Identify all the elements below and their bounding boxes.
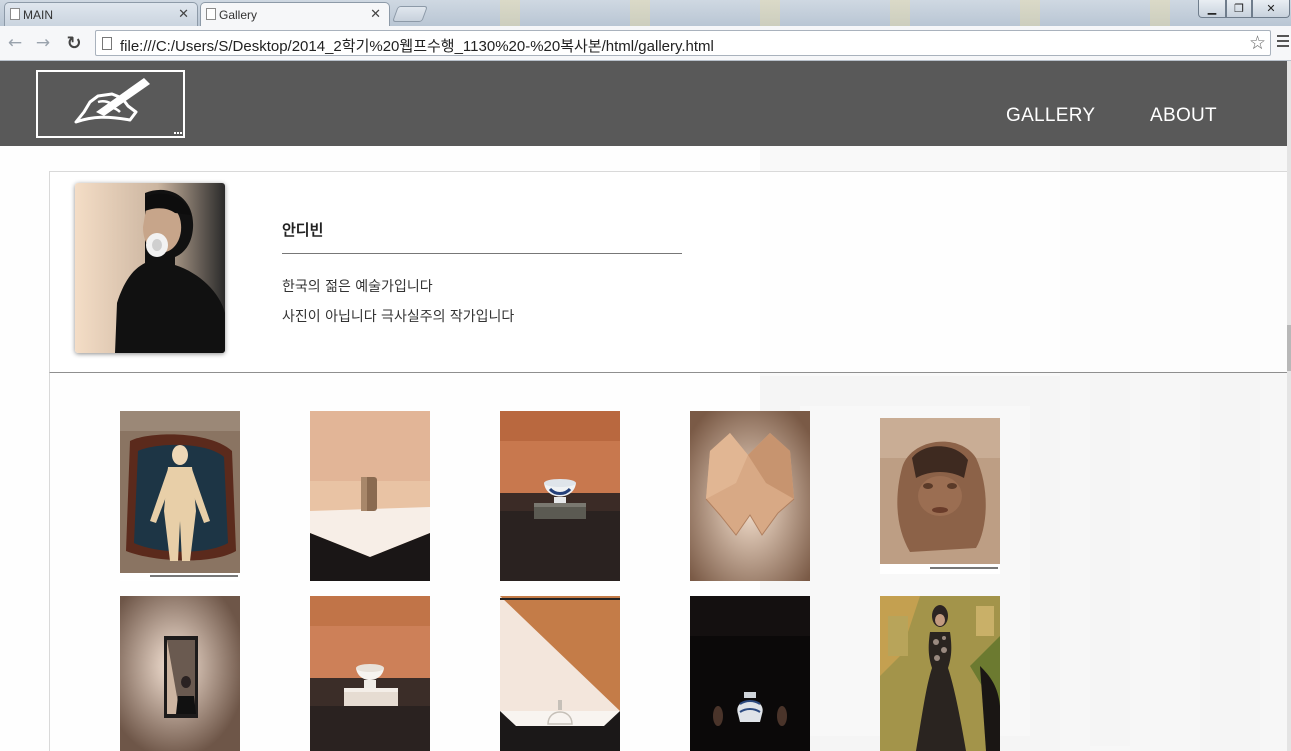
artwork-white-bowl-on-book[interactable] [310,596,430,751]
nav-gallery-link[interactable]: GALLERY [1006,105,1095,127]
artwork-vase-hands[interactable] [690,596,810,751]
nav-about-link[interactable]: ABOUT [1150,105,1217,127]
maximize-button[interactable]: ❐ [1226,0,1252,18]
tab-title: Gallery [219,7,258,22]
artist-bio-line: 한국의 젊은 예술가입니다 [282,279,433,295]
url-text[interactable]: file:///C:/Users/S/Desktop/2014_2학기%20웹프… [120,35,714,56]
tab-close-icon[interactable]: ✕ [370,6,381,22]
hand-writing-pen-logo[interactable] [36,70,185,138]
new-tab-button[interactable] [392,6,428,22]
browser-toolbar: ← → ↻ file:///C:/Users/S/Desktop/2014_2학… [0,26,1291,61]
browser-tab-strip: MAIN ✕ Gallery ✕ ▁ ❐ ✕ [0,0,1291,26]
back-arrow-icon[interactable]: ← [4,32,26,54]
profile-card: 안디빈 한국의 젊은 예술가입니다 사진이 아닙니다 극사실주의 작가입니다 [49,171,1287,373]
artwork-folded-paper[interactable] [690,411,810,581]
artwork-porcelain-bowl[interactable] [500,411,620,581]
artwork-face[interactable] [880,418,1000,574]
site-header: GALLERY ABOUT [0,61,1287,146]
artwork-glass-bell[interactable] [500,596,620,751]
page-icon [10,8,20,20]
artwork-woman-dress[interactable] [880,596,1000,751]
artwork-framed-portrait[interactable] [120,596,240,751]
close-window-button[interactable]: ✕ [1252,0,1290,18]
minimize-button[interactable]: ▁ [1198,0,1226,18]
tab-close-icon[interactable]: ✕ [178,6,189,22]
tab-gallery[interactable]: Gallery ✕ [200,2,390,26]
gallery-border [49,373,50,751]
page-content: 안디빈 한국의 젊은 예술가입니다 사진이 아닙니다 극사실주의 작가입니다 [0,146,1287,751]
forward-arrow-icon[interactable]: → [32,32,54,54]
page-icon [206,8,216,20]
artwork-wooden-cup[interactable] [310,411,430,581]
star-icon[interactable]: ☆ [1249,32,1266,54]
divider [282,253,682,254]
tab-main[interactable]: MAIN ✕ [4,2,198,26]
scrollbar[interactable] [1287,61,1291,751]
scrollbar-thumb[interactable] [1287,325,1291,371]
artist-bio-line: 사진이 아닙니다 극사실주의 작가입니다 [282,309,515,325]
address-bar[interactable]: file:///C:/Users/S/Desktop/2014_2학기%20웹프… [95,30,1271,56]
tab-title: MAIN [23,7,53,22]
desktop-background [440,0,1200,26]
avatar[interactable] [75,183,225,353]
page-icon [102,37,112,50]
reload-icon[interactable]: ↻ [63,32,85,54]
artist-name: 안디빈 [282,221,324,239]
artwork-body-figure[interactable] [120,411,240,581]
hamburger-menu-icon[interactable] [1277,35,1289,49]
